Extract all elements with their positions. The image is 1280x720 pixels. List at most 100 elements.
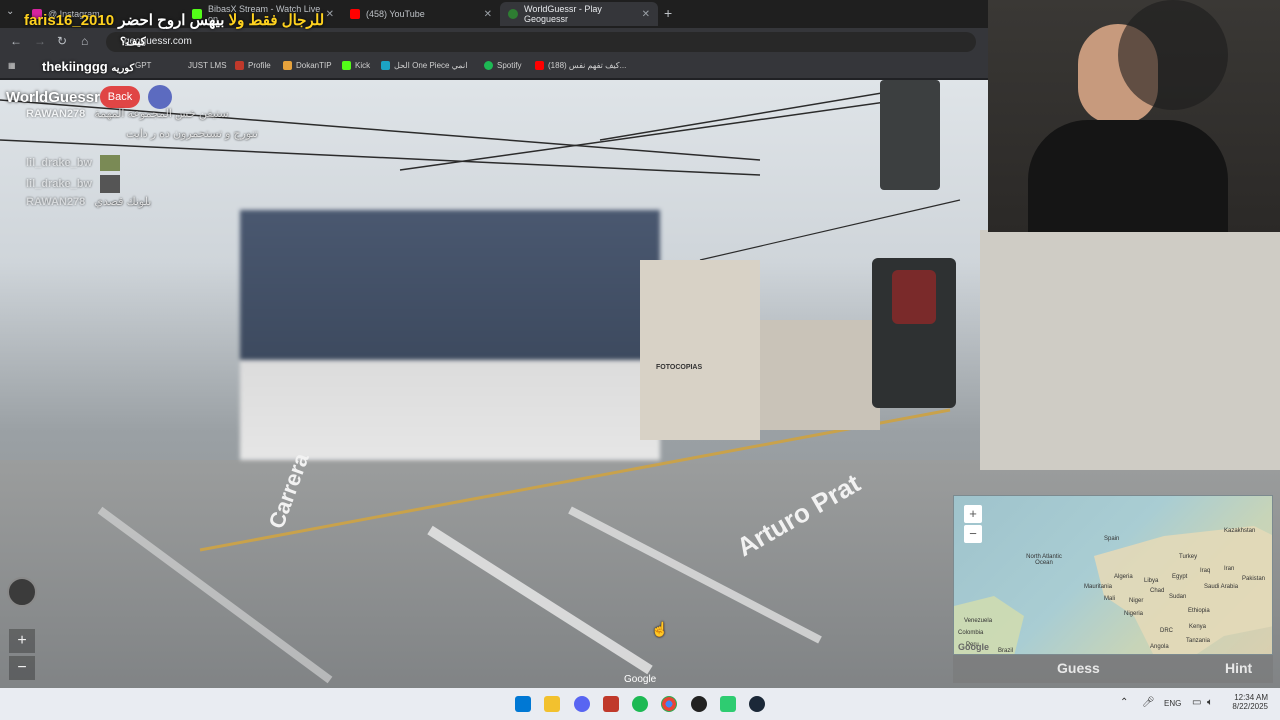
- building: FOTOCOPIAS: [640, 260, 760, 440]
- map-label: Chad: [1150, 588, 1165, 594]
- globe-icon: [508, 9, 518, 19]
- map-label: Nigeria: [1124, 611, 1144, 617]
- discord-icon[interactable]: [574, 696, 590, 712]
- chat-message: lil_drake_bw: [26, 153, 326, 173]
- map-label: Saudi Arabia: [1204, 584, 1239, 590]
- bookmark-just-lms[interactable]: JUST LMS: [175, 61, 227, 70]
- chair: [1118, 0, 1228, 110]
- address-overlay-text: كيف؟: [120, 36, 146, 48]
- zoom-in-button[interactable]: +: [9, 629, 35, 653]
- building: [980, 230, 1280, 470]
- steam-icon[interactable]: [749, 696, 765, 712]
- bookmark-icon: [175, 61, 184, 70]
- map-label: Angola: [1150, 644, 1169, 650]
- bookmark-one-piece[interactable]: الحل One Piece انمي: [381, 61, 467, 70]
- volume-icon[interactable]: 🔈︎: [1207, 697, 1213, 708]
- chat-message: lil_drake_bw: [26, 173, 326, 195]
- map-label: Mali: [1104, 596, 1116, 602]
- file-explorer-icon[interactable]: [544, 696, 560, 712]
- map-label: Venezuela: [964, 618, 993, 624]
- back-arrow-icon[interactable]: ←: [10, 34, 22, 48]
- chat-message: RAWAN278 ستيفن خس المجموعة المهمة: [26, 108, 229, 120]
- back-button[interactable]: Back: [100, 86, 140, 108]
- map-label: Kenya: [1189, 624, 1207, 630]
- bookmark-kick[interactable]: Kick: [342, 61, 370, 70]
- google-watermark: Google: [624, 674, 657, 685]
- stream-username: thekiinggg كوريه: [42, 59, 135, 74]
- bookmark-gpt[interactable]: GPT: [135, 61, 151, 70]
- shop-sign: FOTOCOPIAS: [656, 364, 703, 371]
- chat-message: تنورج و تستحمرون ده ر دايت: [126, 128, 258, 140]
- bookmark-profile[interactable]: Profile: [235, 61, 271, 70]
- avatar[interactable]: [148, 85, 172, 109]
- map-label: Libya: [1144, 578, 1159, 584]
- microphone-icon[interactable]: 🎤︎: [1142, 697, 1155, 708]
- traffic-light: [880, 80, 940, 190]
- windows-start-icon[interactable]: [515, 696, 531, 712]
- close-tab-icon[interactable]: ✕: [642, 9, 650, 20]
- map-label: Spain: [1104, 536, 1120, 542]
- map-label: Mauritania: [1084, 584, 1113, 590]
- map-label: Niger: [1129, 598, 1144, 604]
- stream-chat: RAWAN278 ستيفن خس المجموعة المهمة تنورج …: [26, 107, 326, 215]
- bookmark-dokantip[interactable]: DokanTIP: [283, 61, 332, 70]
- spotify-icon: [484, 61, 493, 70]
- chevron-up-icon[interactable]: ⌃: [1120, 697, 1128, 708]
- map-label: Ethiopia: [1188, 608, 1210, 614]
- bookmark-youtube-video[interactable]: (188) كيف تفهم نفس...: [535, 61, 626, 70]
- map-label: Iraq: [1200, 568, 1211, 574]
- app-icon[interactable]: [720, 696, 736, 712]
- bookmarks-bar: ▦ GPT JUST LMS Profile DokanTIP Kick الح…: [0, 56, 988, 79]
- pedestrian-signal: [872, 258, 956, 408]
- compass-icon[interactable]: [7, 577, 37, 607]
- youtube-icon: [350, 9, 360, 19]
- clock[interactable]: 12:34 AM 8/22/2025: [1222, 693, 1268, 711]
- new-tab-icon[interactable]: +: [664, 5, 672, 21]
- building: [760, 320, 880, 430]
- apps-grid-icon[interactable]: ▦: [8, 61, 16, 70]
- bookmark-spotify[interactable]: Spotify: [484, 61, 521, 70]
- spotify-icon[interactable]: [632, 696, 648, 712]
- map-label: DRC: [1160, 628, 1173, 634]
- kick-icon: [342, 61, 351, 70]
- chat-avatar: [100, 155, 121, 171]
- address-bar[interactable]: geoguessr.com: [106, 32, 976, 52]
- map-attribution: Google: [958, 642, 989, 652]
- guess-bar: Guess Hint: [953, 655, 1273, 683]
- map-label: Algeria: [1114, 574, 1133, 580]
- blurred-building: [240, 210, 660, 460]
- map-label: Turkey: [1179, 554, 1198, 560]
- obs-icon[interactable]: [691, 696, 707, 712]
- map-label: Iran: [1224, 566, 1235, 572]
- close-tab-icon[interactable]: ✕: [484, 9, 492, 20]
- tab-worldguessr[interactable]: WorldGuessr - Play Geoguessr ✕: [500, 2, 658, 26]
- forward-arrow-icon[interactable]: →: [34, 34, 46, 48]
- map-label: Sudan: [1169, 594, 1187, 600]
- hint-button[interactable]: Hint: [1225, 660, 1252, 676]
- zoom-out-button[interactable]: −: [9, 656, 35, 680]
- worldguessr-logo: WorldGuessr: [6, 89, 100, 106]
- youtube-icon: [535, 61, 544, 70]
- chrome-icon[interactable]: [661, 696, 677, 712]
- map-label: Brazil: [998, 648, 1014, 654]
- map-label: Kazakhstan: [1224, 528, 1256, 534]
- language-indicator[interactable]: ENG: [1164, 699, 1181, 708]
- close-tab-icon[interactable]: ✕: [326, 9, 334, 20]
- app-icon[interactable]: [603, 696, 619, 712]
- black-shirt: [1028, 120, 1228, 232]
- map-label: Colombia: [958, 630, 984, 636]
- tab-youtube[interactable]: (458) YouTube ✕: [342, 2, 500, 26]
- windows-taskbar: ⌃ 🎤︎ ENG ▭ 🔈︎ 12:34 AM 8/22/2025: [0, 688, 1280, 720]
- guess-button[interactable]: Guess: [1057, 660, 1100, 676]
- map-label: Tanzania: [1186, 638, 1211, 644]
- network-icon[interactable]: ▭: [1192, 697, 1201, 708]
- reload-icon[interactable]: ↻: [57, 34, 67, 48]
- guess-minimap[interactable]: + − North Atlantic Ocean Algeria Libya E…: [953, 495, 1273, 655]
- chat-message: RAWAN278 بلونك قصدي: [26, 196, 152, 208]
- bookmark-icon: [381, 61, 390, 70]
- home-icon[interactable]: ⌂: [81, 34, 88, 48]
- stream-top-line: faris16_2010 للرجال فقط ولا بيهس اروح اح…: [24, 12, 325, 29]
- browser-toolbar: ← → ↻ ⌂ geoguessr.com: [0, 28, 988, 56]
- tab-list-chevron-icon[interactable]: ⌄: [6, 6, 14, 17]
- profile-icon: [235, 61, 244, 70]
